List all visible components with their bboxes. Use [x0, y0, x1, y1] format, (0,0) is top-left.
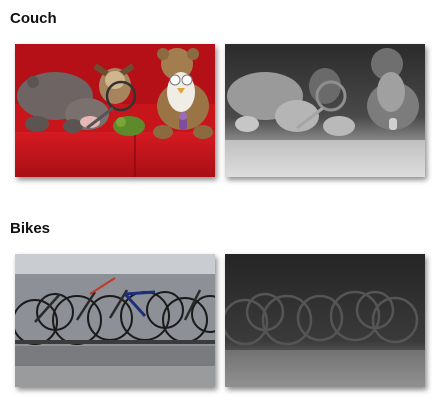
couch-depth-map: [225, 44, 425, 177]
bikes-depth-map: [225, 254, 425, 387]
bikes-depth-illustration: [225, 254, 425, 387]
couch-depth-illustration: [225, 44, 425, 177]
bikes-photo-illustration: [15, 254, 215, 387]
bikes-photo: [15, 254, 215, 387]
section-title-couch: Couch: [10, 10, 57, 27]
couch-photo: [15, 44, 215, 177]
couch-photo-illustration: [15, 44, 215, 177]
section-title-bikes: Bikes: [10, 220, 51, 237]
